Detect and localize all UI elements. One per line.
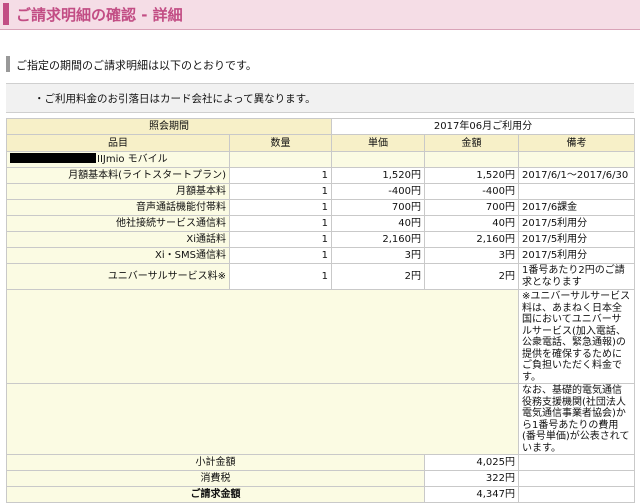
table-row: Xi・SMS通信料 1 3円 3円 2017/5利用分 [6,247,635,264]
period-value: 2017年06月ご利用分 [331,118,635,135]
total-row: ご請求金額 4,347円 [6,486,635,503]
row-unit-price: 700円 [331,199,425,216]
row-remarks: 2017/6課金 [518,199,635,216]
period-row: 照会期間 2017年06月ご利用分 [6,118,635,135]
header-qty: 数量 [229,134,332,152]
empty-cell [424,151,519,168]
row-qty: 1 [229,231,332,248]
row-remarks: 2017/5利用分 [518,215,635,232]
row-qty: 1 [229,263,332,290]
empty-cell [518,151,635,168]
page-title: ご請求明細の確認 - 詳細 [16,6,183,24]
subtotal-row: 小計金額 4,025円 [6,454,635,471]
universal-service-note: ※ユニバーサルサービス料は、あまねく日本全国においてユニバーサルサービス(加入電… [518,289,635,384]
header-remarks: 備考 [518,134,635,152]
row-amount: 2,160円 [424,231,519,248]
lead-accent-bar [6,56,10,72]
row-amount: 700円 [424,199,519,216]
row-unit-price: 40円 [331,215,425,232]
row-item: 月額基本料(ライトスタートプラン) [6,167,230,184]
billing-table: 照会期間 2017年06月ご利用分 品目 数量 単価 金額 備考 IIJmio … [6,118,635,503]
notice-box: ・ご利用料金のお引落日はカード会社によって異なります。 [6,83,634,113]
table-row: 音声通話機能付帯料 1 700円 700円 2017/6課金 [6,199,635,216]
table-row: 月額基本料 1 -400円 -400円 [6,183,635,200]
row-qty: 1 [229,215,332,232]
subtotal-value: 4,025円 [424,454,519,471]
empty-cell [518,454,635,471]
lead-text: ご指定の期間のご請求明細は以下のとおりです。 [16,59,257,72]
lead-section: ご指定の期間のご請求明細は以下のとおりです。 [6,56,634,72]
tax-row: 消費税 322円 [6,470,635,487]
row-qty: 1 [229,167,332,184]
row-amount: -400円 [424,183,519,200]
row-item: 音声通話機能付帯料 [6,199,230,216]
plan-name: IIJmio モバイル [97,154,168,165]
note-row: なお、基礎的電気通信役務支援機関(社団法人電気通信事業者協会)から1番号あたりの… [6,383,635,455]
row-unit-price: 1,520円 [331,167,425,184]
empty-cell [229,151,332,168]
row-unit-price: -400円 [331,183,425,200]
row-amount: 3円 [424,247,519,264]
empty-cell [331,151,425,168]
row-remarks: 2017/5利用分 [518,231,635,248]
row-amount: 40円 [424,215,519,232]
tax-value: 322円 [424,470,519,487]
note-spacer [6,383,519,455]
row-unit-price: 2,160円 [331,231,425,248]
empty-cell [518,470,635,487]
row-remarks [518,183,635,200]
header-accent-bar [3,3,9,25]
row-remarks: 1番号あたり2円のご請求となります [518,263,635,290]
total-value: 4,347円 [424,486,519,503]
unit-cost-note: なお、基礎的電気通信役務支援機関(社団法人電気通信事業者協会)から1番号あたりの… [518,383,635,455]
row-item: Xi通話料 [6,231,230,248]
row-unit-price: 3円 [331,247,425,264]
empty-cell [518,486,635,503]
page-header: ご請求明細の確認 - 詳細 [0,0,640,30]
table-row: ユニバーサルサービス料※ 1 2円 2円 1番号あたり2円のご請求となります [6,263,635,290]
header-amount: 金額 [424,134,519,152]
row-amount: 1,520円 [424,167,519,184]
plan-row: IIJmio モバイル [6,151,635,168]
row-amount: 2円 [424,263,519,290]
row-remarks: 2017/5利用分 [518,247,635,264]
header-unit-price: 単価 [331,134,425,152]
row-remarks: 2017/6/1～2017/6/30 [518,167,635,184]
note-spacer [6,289,519,384]
total-label: ご請求金額 [6,486,425,503]
table-row: 他社接続サービス通信料 1 40円 40円 2017/5利用分 [6,215,635,232]
table-row: 月額基本料(ライトスタートプラン) 1 1,520円 1,520円 2017/6… [6,167,635,184]
row-unit-price: 2円 [331,263,425,290]
table-header-row: 品目 数量 単価 金額 備考 [6,134,635,152]
subtotal-label: 小計金額 [6,454,425,471]
row-item: Xi・SMS通信料 [6,247,230,264]
row-item: 月額基本料 [6,183,230,200]
notice-text: ・ご利用料金のお引落日はカード会社によって異なります。 [34,93,316,105]
table-row: Xi通話料 1 2,160円 2,160円 2017/5利用分 [6,231,635,248]
row-qty: 1 [229,247,332,264]
plan-cell: IIJmio モバイル [6,151,230,168]
row-qty: 1 [229,199,332,216]
header-item: 品目 [6,134,230,152]
redacted-block [10,153,96,163]
period-label: 照会期間 [6,118,332,135]
row-qty: 1 [229,183,332,200]
row-item: ユニバーサルサービス料※ [6,263,230,290]
row-item: 他社接続サービス通信料 [6,215,230,232]
note-row: ※ユニバーサルサービス料は、あまねく日本全国においてユニバーサルサービス(加入電… [6,289,635,384]
tax-label: 消費税 [6,470,425,487]
